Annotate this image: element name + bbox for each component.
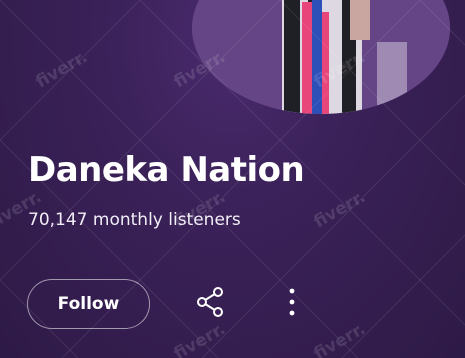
follow-button[interactable]: Follow	[27, 279, 150, 329]
monthly-listeners: 70,147 monthly listeners	[28, 210, 241, 230]
artist-name: Daneka Nation	[28, 150, 305, 190]
more-options-button[interactable]	[278, 284, 306, 324]
watermark-text: fiverr.	[311, 319, 370, 358]
more-vertical-icon	[288, 287, 296, 322]
watermark-text: fiverr.	[171, 319, 230, 358]
artist-photo	[192, 0, 450, 114]
share-icon	[193, 285, 227, 324]
watermark-text: fiverr.	[33, 47, 92, 92]
share-button[interactable]	[190, 284, 230, 324]
watermark-text: fiverr.	[311, 187, 370, 232]
